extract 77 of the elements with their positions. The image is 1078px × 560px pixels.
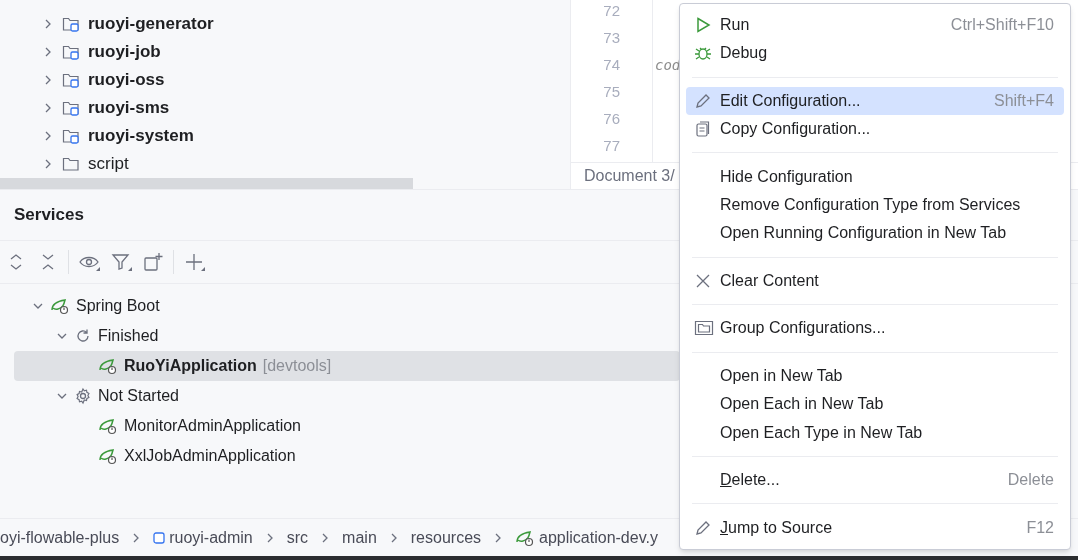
menu-item[interactable]: Clear Content: [686, 266, 1064, 295]
play-icon: [694, 16, 712, 35]
service-name: XxlJobAdminApplication: [124, 446, 296, 466]
breadcrumb-item[interactable]: resources: [410, 525, 482, 550]
menu-item[interactable]: Delete... Delete: [686, 466, 1064, 495]
folder-name: ruoyi-system: [88, 125, 194, 148]
module-icon: [153, 531, 166, 544]
folder-icon: [62, 155, 80, 173]
service-tree-row[interactable]: Spring Boot: [14, 291, 680, 321]
breadcrumb-item[interactable]: ruoyi-admin: [169, 525, 253, 550]
shortcut-text: Delete: [1007, 470, 1054, 491]
service-tree-row[interactable]: RuoYiApplication [devtools]: [14, 351, 680, 381]
refresh-icon: [74, 327, 92, 345]
service-name: MonitorAdminApplication: [124, 416, 301, 436]
module-folder-icon: [62, 71, 80, 89]
service-tree-row[interactable]: Not Started: [14, 381, 680, 411]
project-tree-row[interactable]: ruoyi-oss: [0, 66, 570, 94]
module-folder-icon: [62, 15, 80, 33]
spring-boot-icon: [515, 528, 536, 547]
filter-icon[interactable]: [109, 251, 133, 273]
menu-item[interactable]: Jump to Source F12: [686, 513, 1064, 542]
service-name: RuoYiApplication: [124, 356, 257, 376]
menu-item[interactable]: Open in New Tab: [686, 362, 1064, 391]
menu-item[interactable]: Debug: [686, 39, 1064, 68]
menu-item[interactable]: Run Ctrl+Shift+F10: [686, 11, 1064, 40]
module-folder-icon: [62, 127, 80, 145]
project-tree-row[interactable]: ruoyi-job: [0, 38, 570, 66]
module-folder-icon: [62, 43, 80, 61]
folder-name: ruoyi-oss: [88, 69, 165, 92]
menu-item[interactable]: Hide Configuration: [686, 162, 1064, 191]
breadcrumb-item[interactable]: src: [286, 525, 309, 550]
shortcut-text: F12: [1026, 517, 1054, 538]
scrollbar[interactable]: [0, 178, 413, 189]
add-window-icon[interactable]: [141, 251, 165, 273]
folder-name: ruoyi-generator: [88, 13, 214, 36]
menu-item[interactable]: Remove Configuration Type from Services: [686, 190, 1064, 220]
project-tree-row[interactable]: ruoyi-sms: [0, 94, 570, 122]
project-tree-row[interactable]: ruoyi-generator: [0, 10, 570, 38]
spring-boot-icon: [98, 417, 118, 435]
module-folder-icon: [62, 99, 80, 117]
breadcrumb-item[interactable]: application-dev.y: [539, 525, 658, 550]
folder-icon: [694, 319, 714, 338]
menu-item[interactable]: Copy Configuration...: [686, 115, 1064, 144]
spring-boot-icon: [98, 357, 118, 375]
spring-boot-icon: [98, 447, 118, 465]
panel-title: Services: [14, 204, 84, 227]
line-number: 76: [603, 109, 620, 129]
line-number: 72: [603, 1, 620, 21]
status-text: Document 3/: [584, 166, 675, 186]
copy-icon: [694, 120, 712, 139]
menu-item[interactable]: Group Configurations...: [686, 314, 1064, 343]
menu-item[interactable]: Edit Configuration... Shift+F4: [686, 86, 1064, 116]
shortcut-text: Shift+F4: [993, 90, 1054, 111]
breadcrumb-item[interactable]: oyi-flowable-plus: [0, 525, 120, 550]
service-tree-row[interactable]: Finished: [14, 321, 680, 351]
service-name: Finished: [98, 326, 159, 346]
folder-name: ruoyi-job: [88, 41, 161, 64]
breadcrumb-item[interactable]: main: [342, 525, 377, 550]
folder-name: ruoyi-sms: [88, 97, 170, 120]
menu-item[interactable]: Open Running Configuration in New Tab: [686, 219, 1064, 248]
project-tree-row[interactable]: ruoyi-system: [0, 122, 570, 150]
service-tree-row[interactable]: MonitorAdminApplication: [14, 411, 680, 441]
gear-icon: [74, 387, 92, 405]
service-name: Not Started: [98, 386, 179, 406]
service-name: Spring Boot: [76, 296, 160, 316]
menu-item[interactable]: Open Each in New Tab: [686, 390, 1064, 419]
menu-item[interactable]: Open Each Type in New Tab: [686, 418, 1064, 447]
line-number: 75: [603, 82, 620, 102]
line-number: 77: [603, 136, 620, 156]
shortcut-text: Ctrl+Shift+F10: [950, 15, 1054, 36]
service-tag: [devtools]: [262, 354, 332, 378]
project-tree-row[interactable]: script: [0, 150, 570, 178]
line-number: 73: [603, 28, 620, 48]
line-number: 74: [603, 55, 620, 75]
service-tree-row[interactable]: XxlJobAdminApplication: [14, 441, 680, 471]
folder-name: script: [88, 153, 129, 176]
spring-boot-icon: [50, 297, 70, 315]
